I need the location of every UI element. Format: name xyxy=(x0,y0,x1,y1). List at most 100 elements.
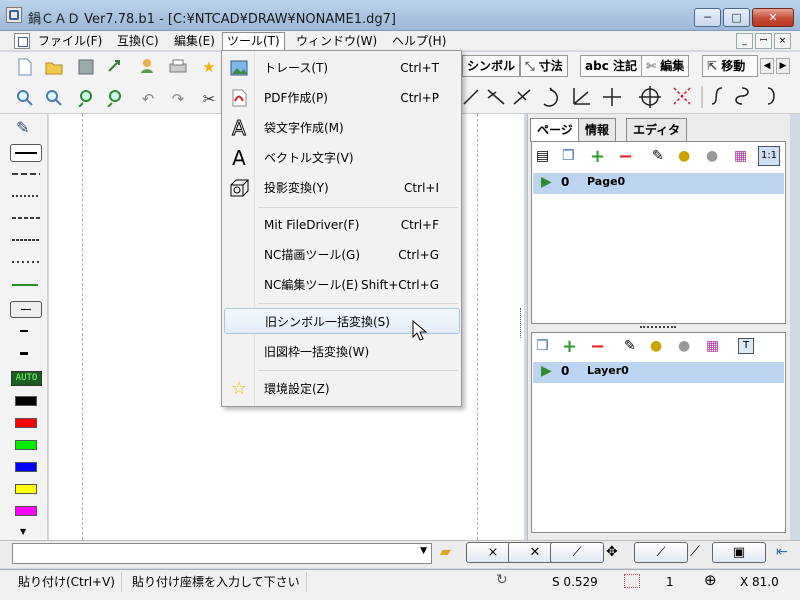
tab-scroll-left-button[interactable]: ◀ xyxy=(760,58,774,74)
add-layer-icon[interactable]: + xyxy=(562,336,577,357)
menu-file[interactable]: ファイル(F) xyxy=(34,32,106,50)
menu-item-vector-text[interactable]: A ベクトル文字(V) xyxy=(224,145,460,171)
tab-move[interactable]: ⇱ 移動 xyxy=(702,55,758,77)
play-icon[interactable]: ▶ xyxy=(541,174,552,190)
mdi-minimize-button[interactable]: _ xyxy=(736,33,753,49)
remove-page-icon[interactable]: − xyxy=(618,146,633,167)
mdi-restore-button[interactable]: ꟷ xyxy=(755,33,772,49)
menu-item-nc-draw[interactable]: NC描画ツール(G) Ctrl+G xyxy=(224,242,460,268)
menu-item-nc-edit[interactable]: NC編集ツール(E) Shift+Ctrl+G xyxy=(224,272,460,298)
user-edit-icon[interactable] xyxy=(138,57,158,77)
page-show-all-icon[interactable]: ● xyxy=(678,148,690,164)
menu-help[interactable]: ヘルプ(H) xyxy=(388,32,450,50)
tab-move-label: 移動 xyxy=(721,59,746,73)
layer-show-all-icon[interactable]: ● xyxy=(650,338,662,354)
tab-dimension[interactable]: ⤡ 寸法 xyxy=(520,55,568,77)
snap-center-icon[interactable]: ✥ xyxy=(606,544,618,560)
menu-item-projection[interactable]: 投影変換(Y) Ctrl+I xyxy=(224,175,460,201)
layer-text-icon[interactable]: T xyxy=(738,338,754,354)
menu-item-pdf[interactable]: PDF作成(P) Ctrl+P xyxy=(224,85,460,111)
tab-page[interactable]: ページ xyxy=(530,118,580,142)
tab-edit[interactable]: ✄ 編集 xyxy=(641,55,690,77)
tab-symbol[interactable]: シンボル xyxy=(462,55,521,77)
cut-icon[interactable]: ✂ xyxy=(199,89,219,109)
open-folder-icon[interactable] xyxy=(44,57,64,77)
menu-item-trace[interactable]: トレース(T) Ctrl+T xyxy=(224,55,460,81)
zoom-window-icon[interactable] xyxy=(15,89,35,109)
outline-letter-icon: A xyxy=(232,116,247,140)
color-magenta-swatch[interactable] xyxy=(15,506,37,516)
page-select-icon[interactable]: ✎ xyxy=(652,148,664,164)
add-page-icon[interactable]: + xyxy=(590,146,605,167)
tab-info[interactable]: 情報 xyxy=(578,118,617,141)
menu-item-outline-text[interactable]: A 袋文字作成(M) xyxy=(224,115,460,141)
window-title: 鍋ＣＡＤ Ver7.78.b1 - [C:¥NTCAD¥DRAW¥NONAME1… xyxy=(28,12,396,27)
eyedropper-icon[interactable]: ✎ xyxy=(16,118,29,137)
minimize-button[interactable]: ─ xyxy=(694,8,721,27)
snap-midpoint-button[interactable]: ⟋ xyxy=(550,542,604,563)
layer-color-icon[interactable]: ▦ xyxy=(706,338,719,354)
rotate-icon[interactable]: ↻ xyxy=(496,572,508,588)
close-button[interactable]: ✕ xyxy=(752,8,794,27)
save-icon[interactable] xyxy=(76,57,96,77)
line-weight-medium[interactable] xyxy=(20,352,28,355)
line-weight-thin[interactable] xyxy=(20,330,28,332)
copy-page-icon[interactable]: ❐ xyxy=(562,148,575,164)
favorite-star-icon[interactable]: ★ xyxy=(199,57,219,77)
tab-editor[interactable]: エディタ xyxy=(626,118,688,141)
color-blue-swatch[interactable] xyxy=(15,462,37,472)
color-black-swatch[interactable] xyxy=(15,396,37,406)
snap-more-icon[interactable]: ⇤ xyxy=(776,544,788,560)
menu-item-old-frame-convert[interactable]: 旧図枠一括変換(W) xyxy=(224,339,460,365)
redo-icon[interactable]: ↷ xyxy=(168,89,188,109)
mdi-close-button[interactable]: × xyxy=(774,33,791,49)
zoom-in-icon[interactable] xyxy=(76,89,96,109)
snap-grid-button[interactable]: ▣ xyxy=(712,542,766,563)
document-menu-icon[interactable] xyxy=(14,33,30,49)
grid-toggle-icon[interactable] xyxy=(624,574,640,588)
menu-window[interactable]: ウィンドウ(W) xyxy=(292,32,381,50)
panel-splitter[interactable] xyxy=(640,326,676,330)
snap-online-button[interactable]: ⟋ xyxy=(634,542,688,563)
maximize-button[interactable]: □ xyxy=(723,8,750,27)
color-green-swatch[interactable] xyxy=(15,440,37,450)
line-style-list[interactable] xyxy=(12,168,40,278)
import-icon[interactable] xyxy=(105,57,125,77)
layer-select-icon[interactable]: ✎ xyxy=(624,338,636,354)
splitter-handle[interactable] xyxy=(520,308,523,338)
copy-layer-icon[interactable]: ❐ xyxy=(536,338,549,354)
menu-compat[interactable]: 互換(C) xyxy=(113,32,163,50)
new-file-icon[interactable] xyxy=(15,57,35,77)
page-scale-icon[interactable]: 1:1 xyxy=(758,146,780,166)
zoom-all-icon[interactable] xyxy=(44,89,64,109)
undo-icon[interactable]: ↶ xyxy=(138,89,158,109)
menu-edit[interactable]: 編集(E) xyxy=(170,32,219,50)
line-width-button[interactable] xyxy=(10,301,42,318)
command-input[interactable] xyxy=(12,543,432,564)
print-icon[interactable] xyxy=(168,57,188,77)
color-yellow-swatch[interactable] xyxy=(15,484,37,494)
page-row[interactable]: ▶ 0 Page0 xyxy=(533,173,784,194)
menu-item-settings[interactable]: ☆ 環境設定(Z) xyxy=(224,376,460,402)
tab-scroll-right-button[interactable]: ▶ xyxy=(776,58,790,74)
layer-hide-icon[interactable]: ● xyxy=(678,338,690,354)
canvas-frame-line-right xyxy=(477,114,478,540)
layer-row[interactable]: ▶ 0 Layer0 xyxy=(533,362,784,383)
zoom-out-icon[interactable] xyxy=(105,89,125,109)
page-hide-icon[interactable]: ● xyxy=(706,148,718,164)
menu-tools[interactable]: ツール(T) xyxy=(222,32,285,50)
line-style-green[interactable] xyxy=(12,284,38,286)
folder-icon[interactable]: ▰ xyxy=(440,544,451,560)
line-style-solid-thick[interactable] xyxy=(10,144,42,162)
snap-free-icon[interactable]: ⟋ xyxy=(690,544,700,560)
auto-color-button[interactable]: AUTO xyxy=(11,371,42,386)
layer-play-icon[interactable]: ▶ xyxy=(541,363,552,379)
page-properties-icon[interactable]: ▤ xyxy=(536,148,549,164)
color-red-swatch[interactable] xyxy=(15,418,37,428)
strip-scroll-down-icon[interactable]: ▼ xyxy=(20,527,26,536)
app-icon[interactable] xyxy=(6,7,22,23)
page-color-icon[interactable]: ▦ xyxy=(734,148,747,164)
tab-annotation[interactable]: abc 注記 xyxy=(580,55,642,77)
remove-layer-icon[interactable]: − xyxy=(590,336,605,357)
menu-item-mit-filedriver[interactable]: Mit FileDriver(F) Ctrl+F xyxy=(224,212,460,238)
